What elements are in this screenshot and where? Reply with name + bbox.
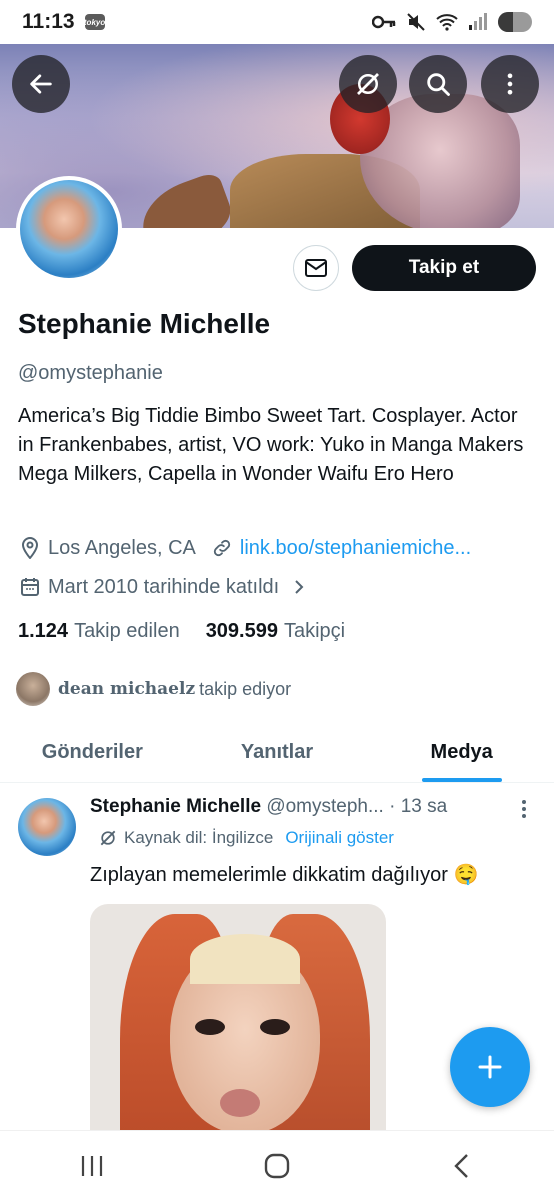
- search-icon: [427, 73, 450, 96]
- show-original-link[interactable]: Orijinali göster: [285, 828, 394, 848]
- profile-avatar[interactable]: [16, 176, 122, 282]
- tab-media[interactable]: Medya: [369, 722, 554, 782]
- post-text: Zıplayan memelerimle dikkatim dağılıyor …: [90, 864, 479, 886]
- chevron-right-icon: [287, 575, 311, 599]
- profile-avatar-image: [20, 180, 118, 278]
- system-nav-bar: [0, 1130, 554, 1201]
- status-bar: 11:13 tokyo: [0, 0, 554, 44]
- app-notification-icon: tokyo: [84, 14, 105, 30]
- follower-avatar: [16, 672, 50, 706]
- location-icon: [18, 536, 42, 560]
- media-eye-right: [260, 1019, 290, 1035]
- home-icon: [264, 1153, 290, 1179]
- signal-icon: [469, 13, 487, 30]
- tab-replies[interactable]: Yanıtlar: [185, 722, 370, 782]
- post-media-image[interactable]: [90, 904, 386, 1164]
- profile-stats: 1.124 Takip edilen 309.599 Takipçi: [18, 620, 345, 643]
- battery-icon: [498, 12, 532, 32]
- followed-by-suffix: takip ediyor: [199, 678, 292, 699]
- followed-by-name: dean michaelz: [58, 679, 196, 699]
- profile-tabs: Gönderiler Yanıtlar Medya: [0, 722, 554, 783]
- wifi-icon: [436, 14, 458, 31]
- recents-button[interactable]: [62, 1146, 122, 1186]
- profile-joined: Mart 2010 tarihinde katıldı: [48, 575, 280, 598]
- media-lips: [220, 1089, 260, 1117]
- status-time: 11:13: [22, 10, 75, 33]
- post-translation-row: Kaynak dil: İngilizce Orijinali göster: [98, 828, 394, 848]
- post-author-avatar[interactable]: [18, 798, 76, 856]
- profile-link[interactable]: link.boo/stephaniemiche...: [240, 537, 471, 560]
- post-more-icon: [522, 800, 526, 818]
- status-right: [372, 12, 532, 32]
- back-arrow-icon: [30, 74, 52, 94]
- profile-name: Stephanie Michelle: [18, 308, 271, 339]
- media-eye-left: [195, 1019, 225, 1035]
- post-author-handle: @omysteph...: [266, 796, 384, 817]
- profile-joined-row[interactable]: Mart 2010 tarihinde katıldı: [18, 575, 317, 599]
- back-button[interactable]: [12, 55, 70, 113]
- home-button[interactable]: [247, 1146, 307, 1186]
- mute-icon: [407, 13, 425, 31]
- post-more-button[interactable]: [520, 798, 528, 826]
- profile-location: Los Angeles, CA: [48, 536, 196, 559]
- system-back-button[interactable]: [432, 1146, 492, 1186]
- calendar-icon: [18, 575, 42, 599]
- battery-fill: [498, 12, 514, 32]
- message-button[interactable]: [293, 245, 339, 291]
- recents-icon: [82, 1156, 103, 1176]
- link-icon: [210, 536, 234, 560]
- vpn-key-icon: [372, 15, 396, 29]
- following-count: 1.124: [18, 620, 69, 642]
- translate-toggle-button[interactable]: [339, 55, 397, 113]
- profile-handle: @omystephanie: [18, 362, 163, 384]
- following-stat[interactable]: 1.124 Takip edilen: [18, 620, 180, 643]
- post-time: · 13 sa: [389, 796, 448, 817]
- translate-off-icon: [357, 73, 379, 95]
- media-bangs: [190, 934, 300, 984]
- post-author-name[interactable]: Stephanie Michelle: [90, 796, 261, 817]
- following-label: Takip edilen: [74, 620, 180, 642]
- followers-count: 309.599: [205, 620, 278, 642]
- followers-label: Takipçi: [283, 620, 346, 642]
- tab-posts[interactable]: Gönderiler: [0, 722, 185, 782]
- followed-by-row[interactable]: dean michaelz takip ediyor: [16, 672, 291, 706]
- system-back-icon: [453, 1154, 468, 1178]
- followers-stat[interactable]: 309.599 Takipçi: [206, 620, 345, 643]
- more-options-button[interactable]: [481, 55, 539, 113]
- translate-source: Kaynak dil: İngilizce: [124, 828, 274, 847]
- profile-meta-row: Los Angeles, CA link.boo/stephaniemiche.…: [18, 536, 471, 560]
- plus-icon: [478, 1055, 502, 1079]
- status-left: 11:13 tokyo: [22, 10, 105, 34]
- more-icon: [507, 73, 513, 95]
- translate-off-small-icon: [100, 830, 116, 846]
- search-button[interactable]: [409, 55, 467, 113]
- profile-bio: America’s Big Tiddie Bimbo Sweet Tart. C…: [18, 405, 524, 485]
- post-header: Stephanie Michelle @omysteph... · 13 sa: [90, 796, 447, 818]
- follow-button[interactable]: Takip et: [352, 245, 536, 291]
- compose-button[interactable]: [450, 1027, 530, 1107]
- mail-icon: [305, 259, 327, 277]
